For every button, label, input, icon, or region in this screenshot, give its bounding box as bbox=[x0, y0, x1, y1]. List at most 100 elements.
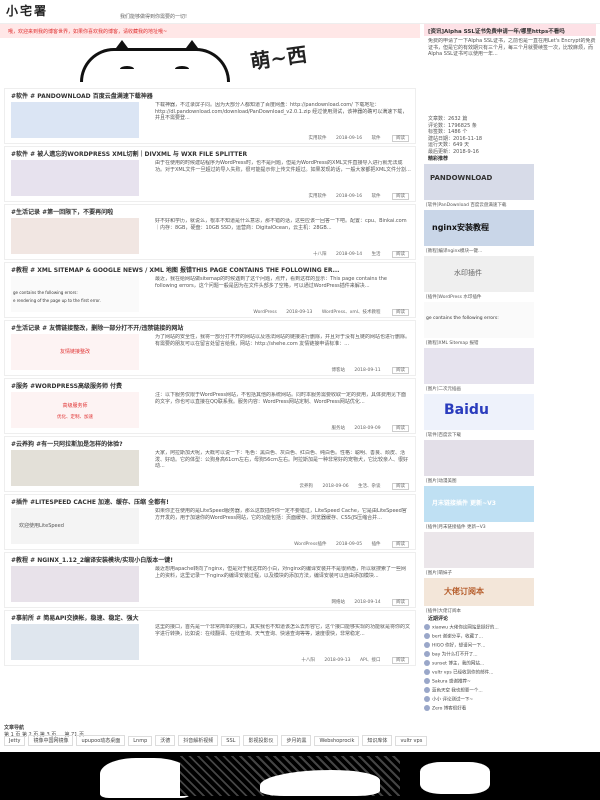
post-thumbnail[interactable]: 欢迎使用LiteSpeed bbox=[11, 508, 139, 544]
footer-illustration bbox=[0, 752, 600, 800]
recent-comment[interactable]: 蓝色天空 我也想要一个... bbox=[424, 687, 596, 695]
post-category[interactable]: 软件 bbox=[372, 136, 381, 141]
recent-comment[interactable]: vultr vps 已经收到你的邮件... bbox=[424, 669, 596, 677]
post-thumbnail[interactable] bbox=[11, 218, 139, 254]
post-thumbnail[interactable]: ge contains the following errors: e rend… bbox=[11, 276, 139, 312]
read-more-button[interactable]: 阅读 bbox=[392, 135, 409, 142]
post-category[interactable]: 生活 bbox=[372, 252, 381, 257]
post-title[interactable]: #软件 # PANDOWNLOAD 百度云盘满速下载神器 bbox=[11, 91, 411, 100]
post-author[interactable]: 博客站 bbox=[331, 368, 345, 373]
post-author[interactable]: 服务站 bbox=[331, 426, 345, 431]
widget-thumbnail[interactable]: 月末链接插件 更新~V3 bbox=[424, 486, 534, 522]
widget-thumbnail[interactable]: 大佬订阅本 bbox=[424, 578, 534, 606]
read-more-button[interactable]: 阅读 bbox=[392, 251, 409, 258]
tag-link[interactable]: 影视投影仪 bbox=[243, 735, 279, 746]
post-thumbnail[interactable] bbox=[11, 160, 139, 196]
recent-comment[interactable]: Sakura 感谢推荐~ bbox=[424, 678, 596, 686]
post-author[interactable]: WordPress插件 bbox=[294, 542, 326, 547]
post-card: #插件 #LITESPEED CACHE 加速、缓存、压缩 全都有! 欢迎使用L… bbox=[4, 494, 416, 550]
widget-thumbnail[interactable] bbox=[424, 348, 534, 384]
post-title[interactable]: #教程 # XML SITEMAP & GOOGLE NEWS / XML 地图… bbox=[11, 265, 411, 274]
widget-caption[interactable]: [图片]萌妹子 bbox=[426, 570, 594, 576]
tag-link[interactable]: Lnmp bbox=[128, 736, 153, 746]
recent-comment[interactable]: bay 为什么打不开了... bbox=[424, 651, 596, 659]
tag-link[interactable]: 沃德 bbox=[155, 735, 176, 746]
post-title[interactable]: #云养狗 #有一只阿拉斯加是怎样的体验? bbox=[11, 439, 411, 448]
post-title[interactable]: #插件 #LITESPEED CACHE 加速、缓存、压缩 全都有! bbox=[11, 497, 411, 506]
tag-link[interactable]: 步月的黑 bbox=[281, 735, 312, 746]
post-title[interactable]: #服务 #WORDPRESS高级服务师 付费 bbox=[11, 381, 411, 390]
tag-link[interactable]: 知识库体 bbox=[362, 735, 393, 746]
post-thumbnail[interactable]: 高级服务师 优化、定制、加速 bbox=[11, 392, 139, 428]
post-category[interactable]: WordPress、xml、技术教程 bbox=[322, 310, 381, 315]
post-author[interactable]: 网络站 bbox=[331, 600, 345, 605]
widget-thumb-text: 水印插件 bbox=[454, 269, 482, 277]
post-thumbnail[interactable]: 友情链接整改 bbox=[11, 334, 139, 370]
read-more-button[interactable]: 阅读 bbox=[392, 483, 409, 490]
tag-link[interactable]: upupoo动态桌面 bbox=[76, 735, 126, 746]
post-author[interactable]: 实用软件 bbox=[309, 136, 327, 141]
comment-text: bay 为什么打不开了... bbox=[432, 652, 478, 658]
widget-thumbnail[interactable] bbox=[424, 440, 534, 476]
post-title[interactable]: #生活记录 # 友情链接整改，删除一部分打不开/违禁链接的网站 bbox=[11, 323, 411, 332]
widget-caption[interactable]: [软件]PanDownload 百度云盘满速下载 bbox=[426, 202, 594, 208]
post-meta: 网络站 2018-09-14 阅读 bbox=[323, 599, 409, 606]
thumb-caption: 高级服务师 bbox=[62, 403, 88, 409]
post-category[interactable]: API、接口 bbox=[360, 658, 381, 663]
post-author[interactable]: 实用软件 bbox=[309, 194, 327, 199]
read-more-button[interactable]: 阅读 bbox=[392, 541, 409, 548]
widget-thumbnail[interactable]: PANDOWNLOAD bbox=[424, 164, 534, 200]
banner: 萌~西 bbox=[0, 38, 420, 86]
widget-thumbnail[interactable]: 水印插件 bbox=[424, 256, 534, 292]
post-thumbnail[interactable] bbox=[11, 450, 139, 486]
post-category[interactable]: 生活、杂谈 bbox=[358, 484, 381, 489]
post-thumbnail[interactable] bbox=[11, 566, 139, 602]
post-title[interactable]: #生活记录 #第一回限下，不要再问啦 bbox=[11, 207, 411, 216]
widget-caption[interactable]: [插件]月末链接插件 更新~V3 bbox=[426, 524, 594, 530]
read-more-button[interactable]: 阅读 bbox=[392, 425, 409, 432]
post-category[interactable]: 插件 bbox=[372, 542, 381, 547]
recent-comment[interactable]: Zero 博客很好看 bbox=[424, 705, 596, 713]
tag-link[interactable]: vultr vps bbox=[395, 736, 428, 746]
read-more-button[interactable]: 阅读 bbox=[392, 367, 409, 374]
recent-comment[interactable]: xiaowu 大佬你这网站是挺好的... bbox=[424, 624, 596, 632]
widget-caption[interactable]: [软件]百度云下载 bbox=[426, 432, 594, 438]
widget-thumbnail[interactable]: nginx安装教程 bbox=[424, 210, 534, 246]
read-more-button[interactable]: 阅读 bbox=[392, 309, 409, 316]
post-title[interactable]: #教程 # NGINX_1.12_2编译安装模块/实现小白版本一键! bbox=[11, 555, 411, 564]
tag-link[interactable]: Jetty bbox=[4, 736, 26, 746]
widget-caption[interactable]: [教程]编译nginx模块一键... bbox=[426, 248, 594, 254]
tag-link[interactable]: Webshoprocik bbox=[314, 736, 360, 746]
tag-link[interactable]: SSL bbox=[221, 736, 241, 746]
widget-caption[interactable]: [教程]XML Sitemap 报错 bbox=[426, 340, 594, 346]
widget-thumb-text: 月末链接插件 更新~V3 bbox=[432, 500, 496, 507]
widget-thumbnail[interactable]: Baidu bbox=[424, 394, 534, 430]
post-category[interactable]: 软件 bbox=[372, 194, 381, 199]
post-title[interactable]: #事前所 # 简易API交换帐，稳速、稳定、强大 bbox=[11, 613, 411, 622]
read-more-button[interactable]: 阅读 bbox=[392, 193, 409, 200]
post-author[interactable]: 云养狗 bbox=[300, 484, 314, 489]
recent-comment[interactable]: 小小 评论测试一下~ bbox=[424, 696, 596, 704]
widget-caption[interactable]: [插件]大佬订阅本 bbox=[426, 608, 594, 614]
recent-comment[interactable]: sunset 博主，我的网站... bbox=[424, 660, 596, 668]
widget-caption[interactable]: [图片]动漫美图 bbox=[426, 478, 594, 484]
tag-link[interactable]: 镜像中国网镜像 bbox=[28, 735, 74, 746]
site-logo[interactable]: 小宅署 bbox=[6, 2, 48, 19]
tag-link[interactable]: 抖音解析视频 bbox=[178, 735, 219, 746]
post-thumbnail[interactable] bbox=[11, 624, 139, 660]
post-author[interactable]: WordPress bbox=[253, 310, 276, 315]
recent-comment[interactable]: bert 谢谢分享，收藏了... bbox=[424, 633, 596, 641]
post-title[interactable]: #软件 # 被人遗忘的WORDPRESS XML切割｜DIVXML 与 WXR … bbox=[11, 149, 411, 158]
post-author[interactable]: 十八阳 bbox=[313, 252, 327, 257]
post-thumbnail[interactable] bbox=[11, 102, 139, 138]
read-more-button[interactable]: 阅读 bbox=[392, 599, 409, 606]
widget-thumbnail[interactable] bbox=[424, 532, 534, 568]
post-author[interactable]: 十八阳 bbox=[301, 658, 315, 663]
widget-caption[interactable]: [图片]二次元插画 bbox=[426, 386, 594, 392]
read-more-button[interactable]: 阅读 bbox=[392, 657, 409, 664]
recent-comment[interactable]: HIGO 你好，想请问一下... bbox=[424, 642, 596, 650]
widget-thumbnail[interactable]: ge contains the following errors: bbox=[424, 302, 534, 338]
widget-caption[interactable]: [插件]WordPress 水印插件 bbox=[426, 294, 594, 300]
sidebar-announcement-title[interactable]: [资讯]Alpha SSL证书免费申请一年/哪里https不看吗 bbox=[424, 24, 596, 36]
site-tagline: 我们能够做得到你需要的一切! bbox=[120, 14, 188, 20]
